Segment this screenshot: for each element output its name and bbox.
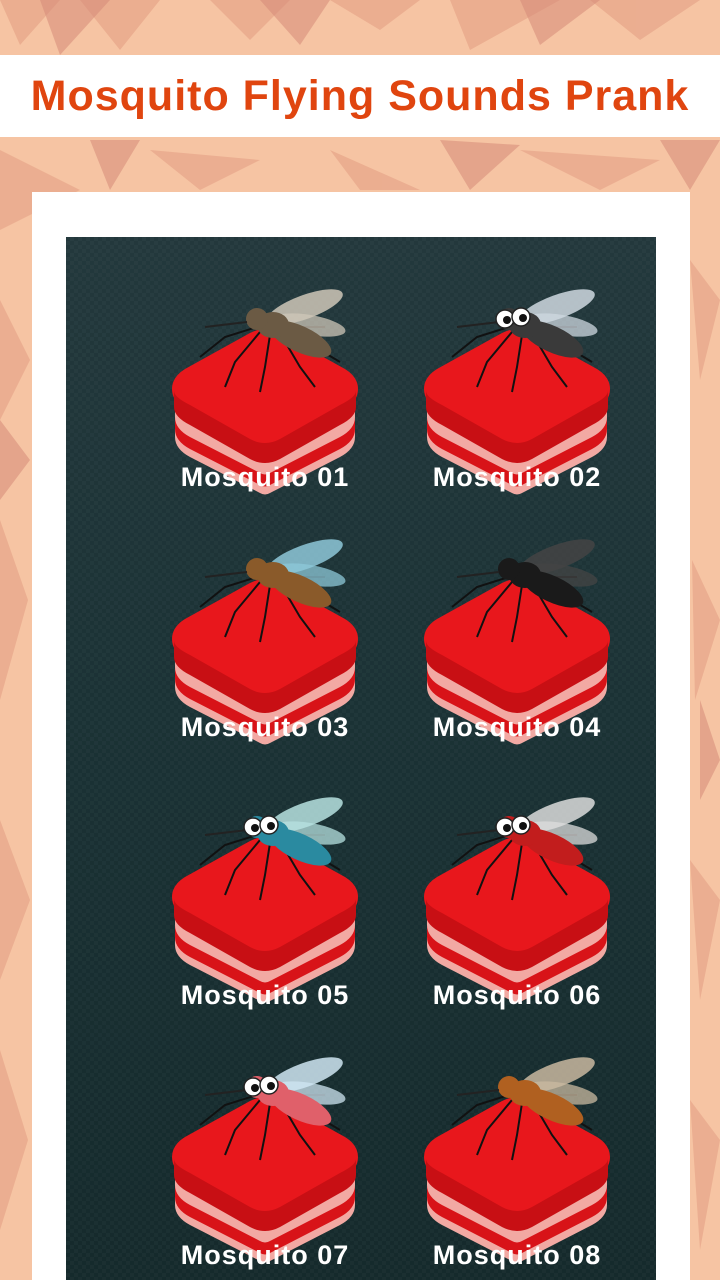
sound-label: Mosquito 01 xyxy=(180,462,350,492)
sound-tile[interactable]: Mosquito 05 xyxy=(140,785,390,1025)
sound-label: Mosquito 04 xyxy=(432,712,602,742)
sound-label: Mosquito 03 xyxy=(180,712,350,742)
title-banner: Mosquito Flying Sounds Prank xyxy=(0,55,720,137)
sound-tile[interactable]: Mosquito 02 xyxy=(392,277,642,517)
sound-label: Mosquito 07 xyxy=(180,1240,350,1270)
sound-label: Mosquito 05 xyxy=(180,980,350,1010)
sound-tile[interactable]: Mosquito 08 xyxy=(392,1045,642,1280)
sound-tile[interactable]: Mosquito 07 xyxy=(140,1045,390,1280)
sound-tile[interactable]: Mosquito 03 xyxy=(140,527,390,767)
sound-grid: Mosquito 01 Mosquito 02 Mosquito 03 Mosq… xyxy=(66,237,656,1280)
sound-tile[interactable]: Mosquito 06 xyxy=(392,785,642,1025)
sound-label: Mosquito 02 xyxy=(432,462,602,492)
sound-tile[interactable]: Mosquito 01 xyxy=(140,277,390,517)
sound-label: Mosquito 06 xyxy=(432,980,602,1010)
sound-tile[interactable]: Mosquito 04 xyxy=(392,527,642,767)
sound-label: Mosquito 08 xyxy=(432,1240,602,1270)
app-title: Mosquito Flying Sounds Prank xyxy=(30,71,690,120)
